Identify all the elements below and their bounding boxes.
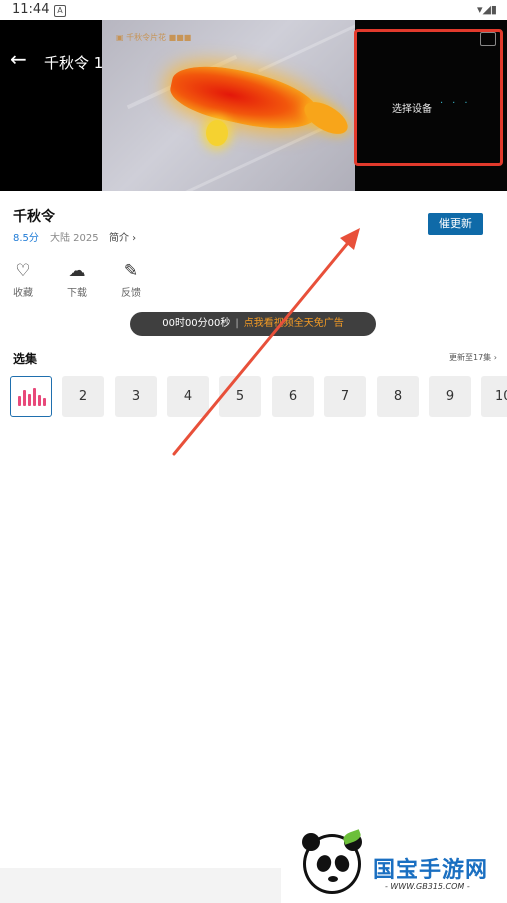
episode-button[interactable]: 2 <box>62 376 104 417</box>
panda-logo-icon <box>302 833 362 894</box>
system-status-icons: ▾◢▮ <box>476 3 497 16</box>
notification-icon: A <box>54 5 66 17</box>
download-button[interactable]: ☁ 下载 <box>57 261 97 299</box>
rating: 8.5分 <box>13 233 39 244</box>
episode-button[interactable]: 5 <box>219 376 261 417</box>
favorite-button[interactable]: ♡ 收藏 <box>3 261 43 299</box>
annotation-highlight-box <box>354 29 503 166</box>
drama-title: 千秋令 <box>13 209 55 225</box>
episode-button[interactable]: 7 <box>324 376 366 417</box>
koi-fish-image <box>166 56 324 140</box>
video-watermark: ▣ 千秋令片花 ■■■ <box>116 33 192 42</box>
ad-separator: | <box>235 318 239 329</box>
episode-button[interactable]: 4 <box>167 376 209 417</box>
favorite-label: 收藏 <box>13 288 33 299</box>
site-logo: 国宝手游网 - WWW.GB315.COM - <box>281 818 507 903</box>
playing-bars-icon <box>18 388 46 406</box>
episode-button[interactable]: 10 <box>481 376 507 417</box>
cloud-download-icon: ☁ <box>68 261 86 281</box>
video-title: 千秋令 1 <box>44 54 104 72</box>
ad-timer: 00时00分00秒 <box>162 318 231 329</box>
episode-button[interactable]: 3 <box>115 376 157 417</box>
feedback-label: 反馈 <box>121 288 141 299</box>
episode-button[interactable]: 9 <box>429 376 471 417</box>
download-label: 下载 <box>67 288 87 299</box>
logo-url: - WWW.GB315.COM - <box>385 882 470 891</box>
logo-text: 国宝手游网 <box>373 858 489 883</box>
episode-1-playing[interactable] <box>10 376 52 417</box>
ad-free-banner[interactable]: 00时00分00秒 | 点我看视频全天免广告 <box>130 312 376 336</box>
panda-nose <box>328 876 338 882</box>
back-arrow-icon[interactable]: ← <box>10 49 30 70</box>
koi-fish-fin <box>206 120 228 146</box>
episode-button[interactable]: 6 <box>272 376 314 417</box>
heart-icon: ♡ <box>15 261 31 281</box>
status-bar: 11:44 A ▾◢▮ <box>0 0 507 20</box>
episodes-more-link[interactable]: 更新至17集 › <box>449 352 497 363</box>
region-year: 大陆 2025 <box>50 233 99 244</box>
episode-button[interactable]: 8 <box>377 376 419 417</box>
edit-icon: ✎ <box>123 261 139 281</box>
feedback-button[interactable]: ✎ 反馈 <box>111 261 151 299</box>
status-time: 11:44 <box>12 2 50 17</box>
intro-link[interactable]: 简介 › <box>109 229 136 244</box>
episodes-heading: 选集 <box>13 352 38 366</box>
ad-promo-link[interactable]: 点我看视频全天免广告 <box>244 318 344 329</box>
request-update-button[interactable]: 催更新 <box>428 213 483 235</box>
